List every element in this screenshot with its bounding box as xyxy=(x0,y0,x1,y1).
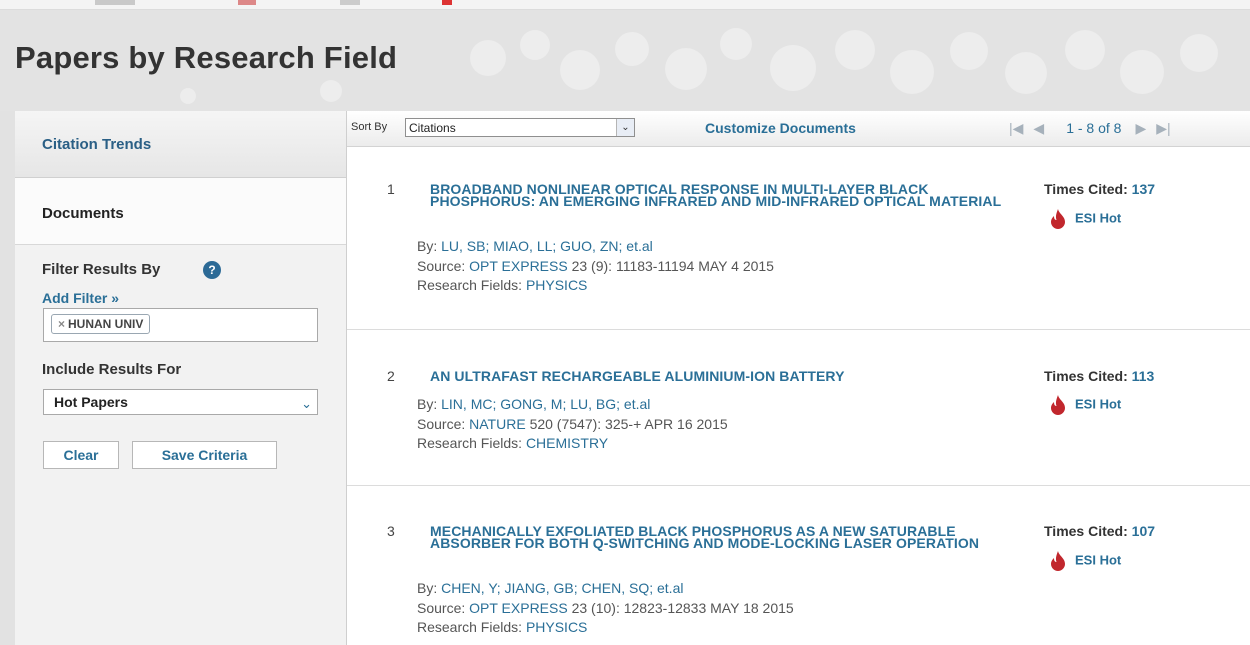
strip-mark xyxy=(238,0,256,5)
customize-documents-link[interactable]: Customize Documents xyxy=(705,120,856,136)
esi-hot-badge[interactable]: ESI Hot xyxy=(1049,395,1121,415)
sidebar: Citation Trends Documents Filter Results… xyxy=(15,111,346,645)
doc-fields: Research Fields: PHYSICS xyxy=(417,277,588,293)
list-item: 1 BROADBAND NONLINEAR OPTICAL RESPONSE I… xyxy=(347,148,1250,330)
tab-documents[interactable]: Documents xyxy=(15,178,346,245)
chip-label: HUNAN UNIV xyxy=(68,317,144,331)
doc-index: 2 xyxy=(387,368,395,384)
help-icon[interactable]: ? xyxy=(203,261,221,279)
chevron-down-icon[interactable]: ⌄ xyxy=(616,119,634,136)
include-select-value: Hot Papers xyxy=(54,394,128,410)
author-links[interactable]: LIN, MC; GONG, M; LU, BG; et.al xyxy=(441,396,650,412)
pager: |◀ ◀ 1 - 8 of 8 ▶ ▶| xyxy=(1009,120,1181,137)
prev-page-icon[interactable]: ◀ xyxy=(1033,120,1044,136)
fire-icon xyxy=(1051,395,1065,415)
fire-icon xyxy=(1051,551,1065,571)
doc-source: Source: OPT EXPRESS 23 (9): 11183-11194 … xyxy=(417,258,774,274)
include-title: Include Results For xyxy=(42,361,182,378)
strip-mark xyxy=(340,0,360,5)
doc-fields: Research Fields: PHYSICS xyxy=(417,619,588,635)
field-link[interactable]: CHEMISTRY xyxy=(526,435,608,451)
author-links[interactable]: LU, SB; MIAO, LL; GUO, ZN; et.al xyxy=(441,238,653,254)
page-banner: Papers by Research Field xyxy=(0,10,1250,111)
results-toolbar: Sort By Citations ⌄ Customize Documents … xyxy=(347,111,1250,147)
last-page-icon[interactable]: ▶| xyxy=(1156,120,1170,136)
author-links[interactable]: CHEN, Y; JIANG, GB; CHEN, SQ; et.al xyxy=(441,580,683,596)
documents-panel: Sort By Citations ⌄ Customize Documents … xyxy=(346,111,1250,645)
field-link[interactable]: PHYSICS xyxy=(526,619,587,635)
filter-title: Filter Results By xyxy=(42,261,161,278)
doc-source: Source: NATURE 520 (7547): 325-+ APR 16 … xyxy=(417,416,728,432)
esi-hot-badge[interactable]: ESI Hot xyxy=(1049,551,1121,571)
doc-title-link[interactable]: BROADBAND NONLINEAR OPTICAL RESPONSE IN … xyxy=(430,182,1010,208)
page-range: 1 - 8 of 8 xyxy=(1066,120,1122,136)
journal-link[interactable]: OPT EXPRESS xyxy=(469,258,568,274)
doc-authors: By: LIN, MC; GONG, M; LU, BG; et.al xyxy=(417,396,651,412)
sort-select[interactable]: Citations ⌄ xyxy=(405,118,635,137)
doc-title-link[interactable]: MECHANICALLY EXFOLIATED BLACK PHOSPHORUS… xyxy=(430,524,1010,550)
fire-icon xyxy=(1051,209,1065,229)
save-criteria-button[interactable]: Save Criteria xyxy=(132,441,277,469)
doc-title-link[interactable]: AN ULTRAFAST RECHARGEABLE ALUMINIUM-ION … xyxy=(430,369,1010,383)
filter-input-box[interactable]: × HUNAN UNIV xyxy=(43,308,318,342)
clear-button[interactable]: Clear xyxy=(43,441,119,469)
tab-label: Citation Trends xyxy=(42,136,152,153)
filter-chip[interactable]: × HUNAN UNIV xyxy=(51,314,151,334)
strip-mark xyxy=(95,0,135,5)
filter-panel: Filter Results By ? Add Filter » × HUNAN … xyxy=(15,245,346,645)
cited-count-link[interactable]: 113 xyxy=(1132,368,1155,384)
field-link[interactable]: PHYSICS xyxy=(526,277,587,293)
include-select[interactable]: Hot Papers ⌄ xyxy=(43,389,318,415)
cited-count-link[interactable]: 107 xyxy=(1132,523,1155,539)
next-page-icon[interactable]: ▶ xyxy=(1135,120,1146,136)
cited-count-link[interactable]: 137 xyxy=(1132,181,1155,197)
list-item: 3 MECHANICALLY EXFOLIATED BLACK PHOSPHOR… xyxy=(347,486,1250,645)
journal-link[interactable]: NATURE xyxy=(469,416,526,432)
browser-top-strip xyxy=(0,0,1250,10)
remove-chip-icon[interactable]: × xyxy=(58,317,65,331)
journal-link[interactable]: OPT EXPRESS xyxy=(469,600,568,616)
times-cited: Times Cited: 113 xyxy=(1044,368,1155,384)
doc-authors: By: CHEN, Y; JIANG, GB; CHEN, SQ; et.al xyxy=(417,580,684,596)
doc-authors: By: LU, SB; MIAO, LL; GUO, ZN; et.al xyxy=(417,238,653,254)
strip-mark xyxy=(442,0,452,5)
times-cited: Times Cited: 107 xyxy=(1044,523,1156,539)
list-item: 2 AN ULTRAFAST RECHARGEABLE ALUMINIUM-IO… xyxy=(347,330,1250,486)
add-filter-link[interactable]: Add Filter » xyxy=(42,290,119,306)
times-cited: Times Cited: 137 xyxy=(1044,181,1156,197)
doc-fields: Research Fields: CHEMISTRY xyxy=(417,435,609,451)
sort-select-value: Citations xyxy=(409,121,456,135)
doc-index: 3 xyxy=(387,523,395,539)
first-page-icon[interactable]: |◀ xyxy=(1009,120,1023,136)
doc-index: 1 xyxy=(387,181,395,197)
chevron-down-icon[interactable]: ⌄ xyxy=(301,396,312,412)
doc-source: Source: OPT EXPRESS 23 (10): 12823-12833… xyxy=(417,600,794,616)
esi-hot-badge[interactable]: ESI Hot xyxy=(1049,209,1121,229)
tab-label: Documents xyxy=(42,205,124,222)
tab-citation-trends[interactable]: Citation Trends xyxy=(15,111,346,178)
page-title: Papers by Research Field xyxy=(15,40,398,75)
sort-label: Sort By xyxy=(351,121,388,133)
